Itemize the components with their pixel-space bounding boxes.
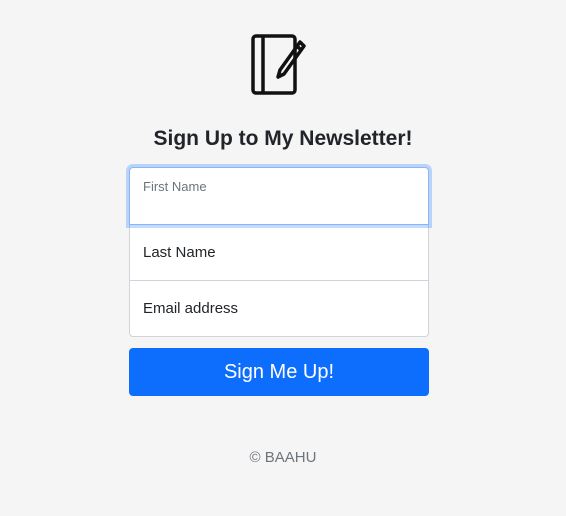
first-name-input[interactable] — [143, 196, 413, 213]
notebook-pen-icon — [251, 34, 307, 96]
first-name-label: First Name — [143, 179, 207, 194]
newsletter-form: First Name Last Name Email address Sign … — [129, 167, 429, 396]
last-name-field[interactable]: Last Name — [129, 224, 429, 281]
footer-copyright: © BAAHU — [249, 449, 317, 466]
email-field[interactable]: Email address — [129, 280, 429, 337]
first-name-field[interactable]: First Name — [129, 167, 429, 225]
sign-up-button[interactable]: Sign Me Up! — [129, 348, 429, 396]
email-placeholder: Email address — [143, 300, 239, 317]
last-name-placeholder: Last Name — [143, 244, 216, 261]
page-title: Sign Up to My Newsletter! — [153, 127, 413, 150]
